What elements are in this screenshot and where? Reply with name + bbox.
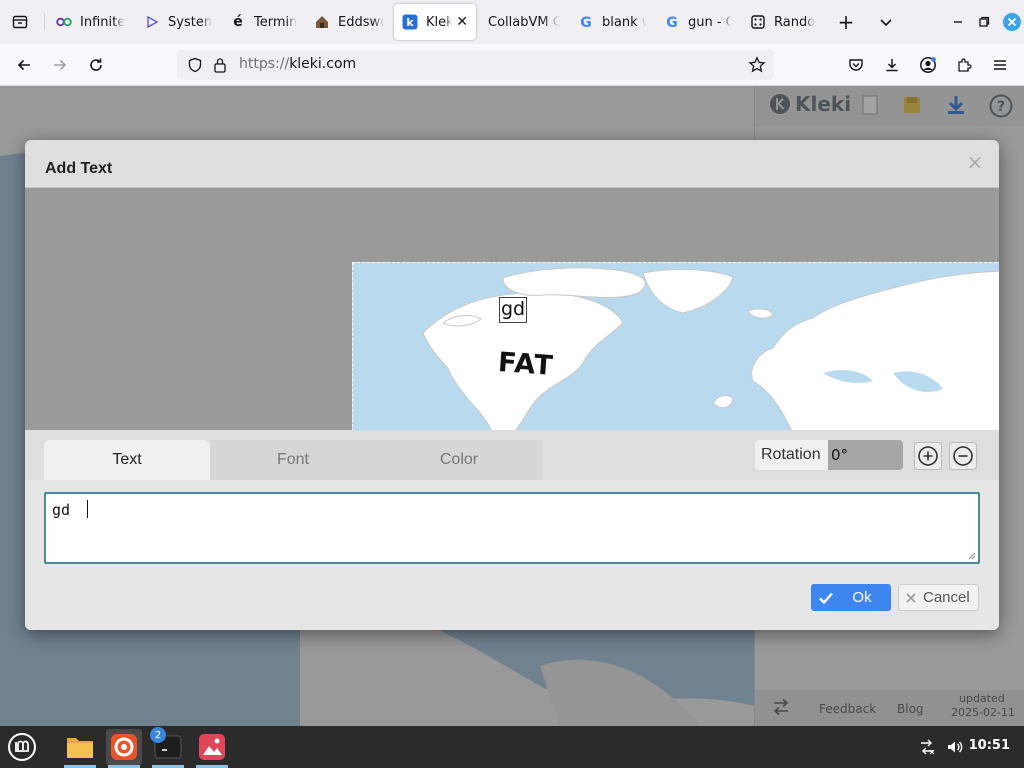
- url-bar[interactable]: https://kleki.com: [177, 50, 774, 80]
- svg-text:k: k: [406, 16, 414, 29]
- google-icon: G: [578, 14, 594, 30]
- account-icon[interactable]: [914, 51, 942, 79]
- lock-icon[interactable]: [213, 57, 227, 77]
- browser-tab-bar: Infinite System é Termin Eddswo k Kleki …: [0, 0, 1024, 44]
- tab-label: Kleki: [426, 14, 453, 30]
- tab-overflow-chevron-icon[interactable]: [872, 8, 900, 36]
- cancel-button[interactable]: Cancel: [898, 584, 979, 611]
- tab-system[interactable]: System: [136, 4, 220, 40]
- tab-label: CollabVM C: [488, 14, 560, 30]
- os-taskbar: 2 10:51: [0, 726, 1024, 768]
- resize-grip-icon[interactable]: [966, 550, 976, 560]
- world-map-image: [353, 263, 999, 430]
- e-accent-icon: é: [233, 14, 243, 30]
- dialog-title: Add Text: [45, 160, 113, 177]
- reload-icon[interactable]: [82, 51, 110, 79]
- firefox-app-icon[interactable]: [106, 729, 142, 768]
- play-icon: [144, 14, 160, 30]
- tab-kleki[interactable]: k Kleki ✕: [394, 4, 476, 40]
- minimize-window-icon[interactable]: [944, 8, 972, 36]
- checkmark-icon: [811, 591, 841, 605]
- zoom-out-button[interactable]: [949, 442, 977, 470]
- rotation-input[interactable]: 0°: [828, 440, 903, 470]
- bookmark-star-icon[interactable]: [748, 56, 766, 78]
- maximize-window-icon[interactable]: [970, 8, 998, 36]
- url-host: kleki.com: [289, 56, 357, 72]
- tab-blank[interactable]: G blank w: [570, 4, 654, 40]
- tab-text[interactable]: Text: [44, 440, 210, 480]
- svg-text:G: G: [580, 15, 592, 29]
- tab-random[interactable]: Rando: [742, 4, 826, 40]
- new-tab-button[interactable]: +: [832, 8, 860, 36]
- tab-label: blank w: [602, 14, 646, 30]
- downloads-icon[interactable]: [878, 51, 906, 79]
- extensions-icon[interactable]: [950, 51, 978, 79]
- text-input-area[interactable]: gd: [44, 492, 980, 564]
- rotation-label: Rotation: [755, 440, 828, 470]
- tab-collabvm[interactable]: CollabVM C: [480, 4, 568, 40]
- tab-color[interactable]: Color: [376, 440, 542, 480]
- plus-circle-icon: [918, 446, 938, 466]
- tab-label: gun - G: [688, 14, 732, 30]
- infinite-icon: [56, 14, 72, 30]
- dialog-close-icon[interactable]: ×: [963, 150, 987, 174]
- dialog-tab-row: Text Font Color Rotation 0°: [25, 430, 999, 480]
- tab-list-icon[interactable]: [8, 10, 32, 34]
- terminal-app-icon[interactable]: 2: [150, 727, 186, 768]
- pocket-icon[interactable]: [842, 51, 870, 79]
- text-bounding-box[interactable]: gd: [499, 297, 527, 323]
- network-icon[interactable]: [918, 738, 936, 756]
- files-app-icon[interactable]: [62, 729, 98, 768]
- ok-button[interactable]: Ok: [811, 584, 891, 611]
- text-editor-panel: gd Ok Cancel: [25, 480, 999, 630]
- tab-label: Eddswo: [338, 14, 384, 30]
- house-icon: [314, 14, 330, 30]
- tab-terminal[interactable]: é Termin: [222, 4, 308, 40]
- ok-label: Ok: [852, 589, 872, 606]
- text-preview-area[interactable]: gd FAT: [25, 187, 999, 430]
- system-clock[interactable]: 10:51: [969, 738, 1010, 753]
- dice-icon: [750, 14, 766, 30]
- canvas-preview[interactable]: gd FAT: [352, 262, 999, 430]
- text-input-value: gd: [52, 501, 80, 519]
- tab-label: System: [168, 14, 212, 30]
- kleki-page: Kleki ? Feedback Blog updated 2025-02-11…: [0, 86, 1024, 726]
- tab-label: Termin: [254, 14, 298, 30]
- tab-font[interactable]: Font: [210, 440, 376, 480]
- forward-arrow-icon[interactable]: [46, 51, 74, 79]
- shield-icon[interactable]: [187, 57, 203, 77]
- kleki-icon: k: [402, 14, 418, 30]
- cancel-label: Cancel: [923, 589, 970, 606]
- minus-circle-icon: [953, 446, 973, 466]
- image-viewer-app-icon[interactable]: [194, 729, 230, 768]
- url-scheme: https://: [239, 56, 290, 72]
- close-tab-icon[interactable]: ✕: [456, 14, 468, 30]
- x-icon: [899, 592, 923, 604]
- canvas-drawn-text: FAT: [496, 347, 555, 382]
- terminal-window-count-badge: 2: [150, 727, 166, 743]
- back-arrow-icon[interactable]: [10, 51, 38, 79]
- app-menu-icon[interactable]: [986, 51, 1014, 79]
- url-text[interactable]: https://kleki.com: [239, 56, 356, 72]
- svg-text:G: G: [666, 15, 678, 29]
- tab-label: Rando: [774, 14, 816, 30]
- rotation-control: Rotation 0°: [755, 440, 903, 470]
- tab-label: Infinite: [80, 14, 126, 30]
- navigation-bar: https://kleki.com: [0, 44, 1024, 86]
- zoom-in-button[interactable]: [914, 442, 942, 470]
- tab-eddsworld[interactable]: Eddswo: [306, 4, 392, 40]
- text-caret: [87, 500, 89, 518]
- google-icon: G: [664, 14, 680, 30]
- close-window-icon[interactable]: [998, 8, 1024, 36]
- start-menu-icon[interactable]: [4, 729, 40, 765]
- tab-gun[interactable]: G gun - G: [656, 4, 740, 40]
- add-text-dialog: Add Text × gd FAT Text Font Color Rotati…: [25, 140, 999, 630]
- tab-infinite[interactable]: Infinite: [48, 4, 136, 40]
- volume-icon[interactable]: [946, 738, 964, 756]
